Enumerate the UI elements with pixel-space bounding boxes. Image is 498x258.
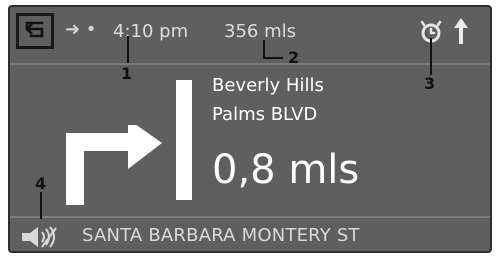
- next-street-line1: Beverly Hills: [212, 75, 324, 96]
- distance-to-turn: 0,8 mls: [212, 147, 360, 193]
- status-bar: ➜ • 4:10 pm 356 mls: [10, 7, 490, 63]
- bottom-divider: [10, 216, 490, 218]
- callout-2: 2: [288, 48, 300, 67]
- callout-2-line-v: [263, 40, 265, 58]
- callout-4: 4: [35, 174, 47, 193]
- callout-1-line: [127, 36, 129, 63]
- back-button[interactable]: [16, 13, 54, 49]
- callout-4-line: [40, 192, 42, 219]
- callout-2-line-h: [263, 57, 283, 59]
- top-divider: [10, 63, 490, 65]
- navigation-display: ➜ • 4:10 pm 356 mls Beverly Hills Palms …: [8, 5, 492, 253]
- turn-right-arrow-icon: [66, 125, 162, 205]
- arrival-time: 4:10 pm: [113, 21, 189, 42]
- lane-indicator-bar: [176, 80, 192, 200]
- north-arrow-icon: [454, 18, 468, 44]
- next-street-line2: Palms BLVD: [212, 104, 318, 125]
- callout-3: 3: [424, 74, 436, 93]
- muted-speaker-icon[interactable]: [22, 225, 60, 249]
- current-street: SANTA BARBARA MONTERY ST: [82, 225, 360, 246]
- remaining-distance: 356 mls: [224, 21, 296, 42]
- callout-3-line: [430, 38, 432, 75]
- callout-1: 1: [121, 64, 133, 83]
- route-indicator: ➜ •: [65, 19, 96, 40]
- arrow-dot-icon: ➜ •: [65, 19, 97, 40]
- back-arrow-icon: [25, 21, 44, 38]
